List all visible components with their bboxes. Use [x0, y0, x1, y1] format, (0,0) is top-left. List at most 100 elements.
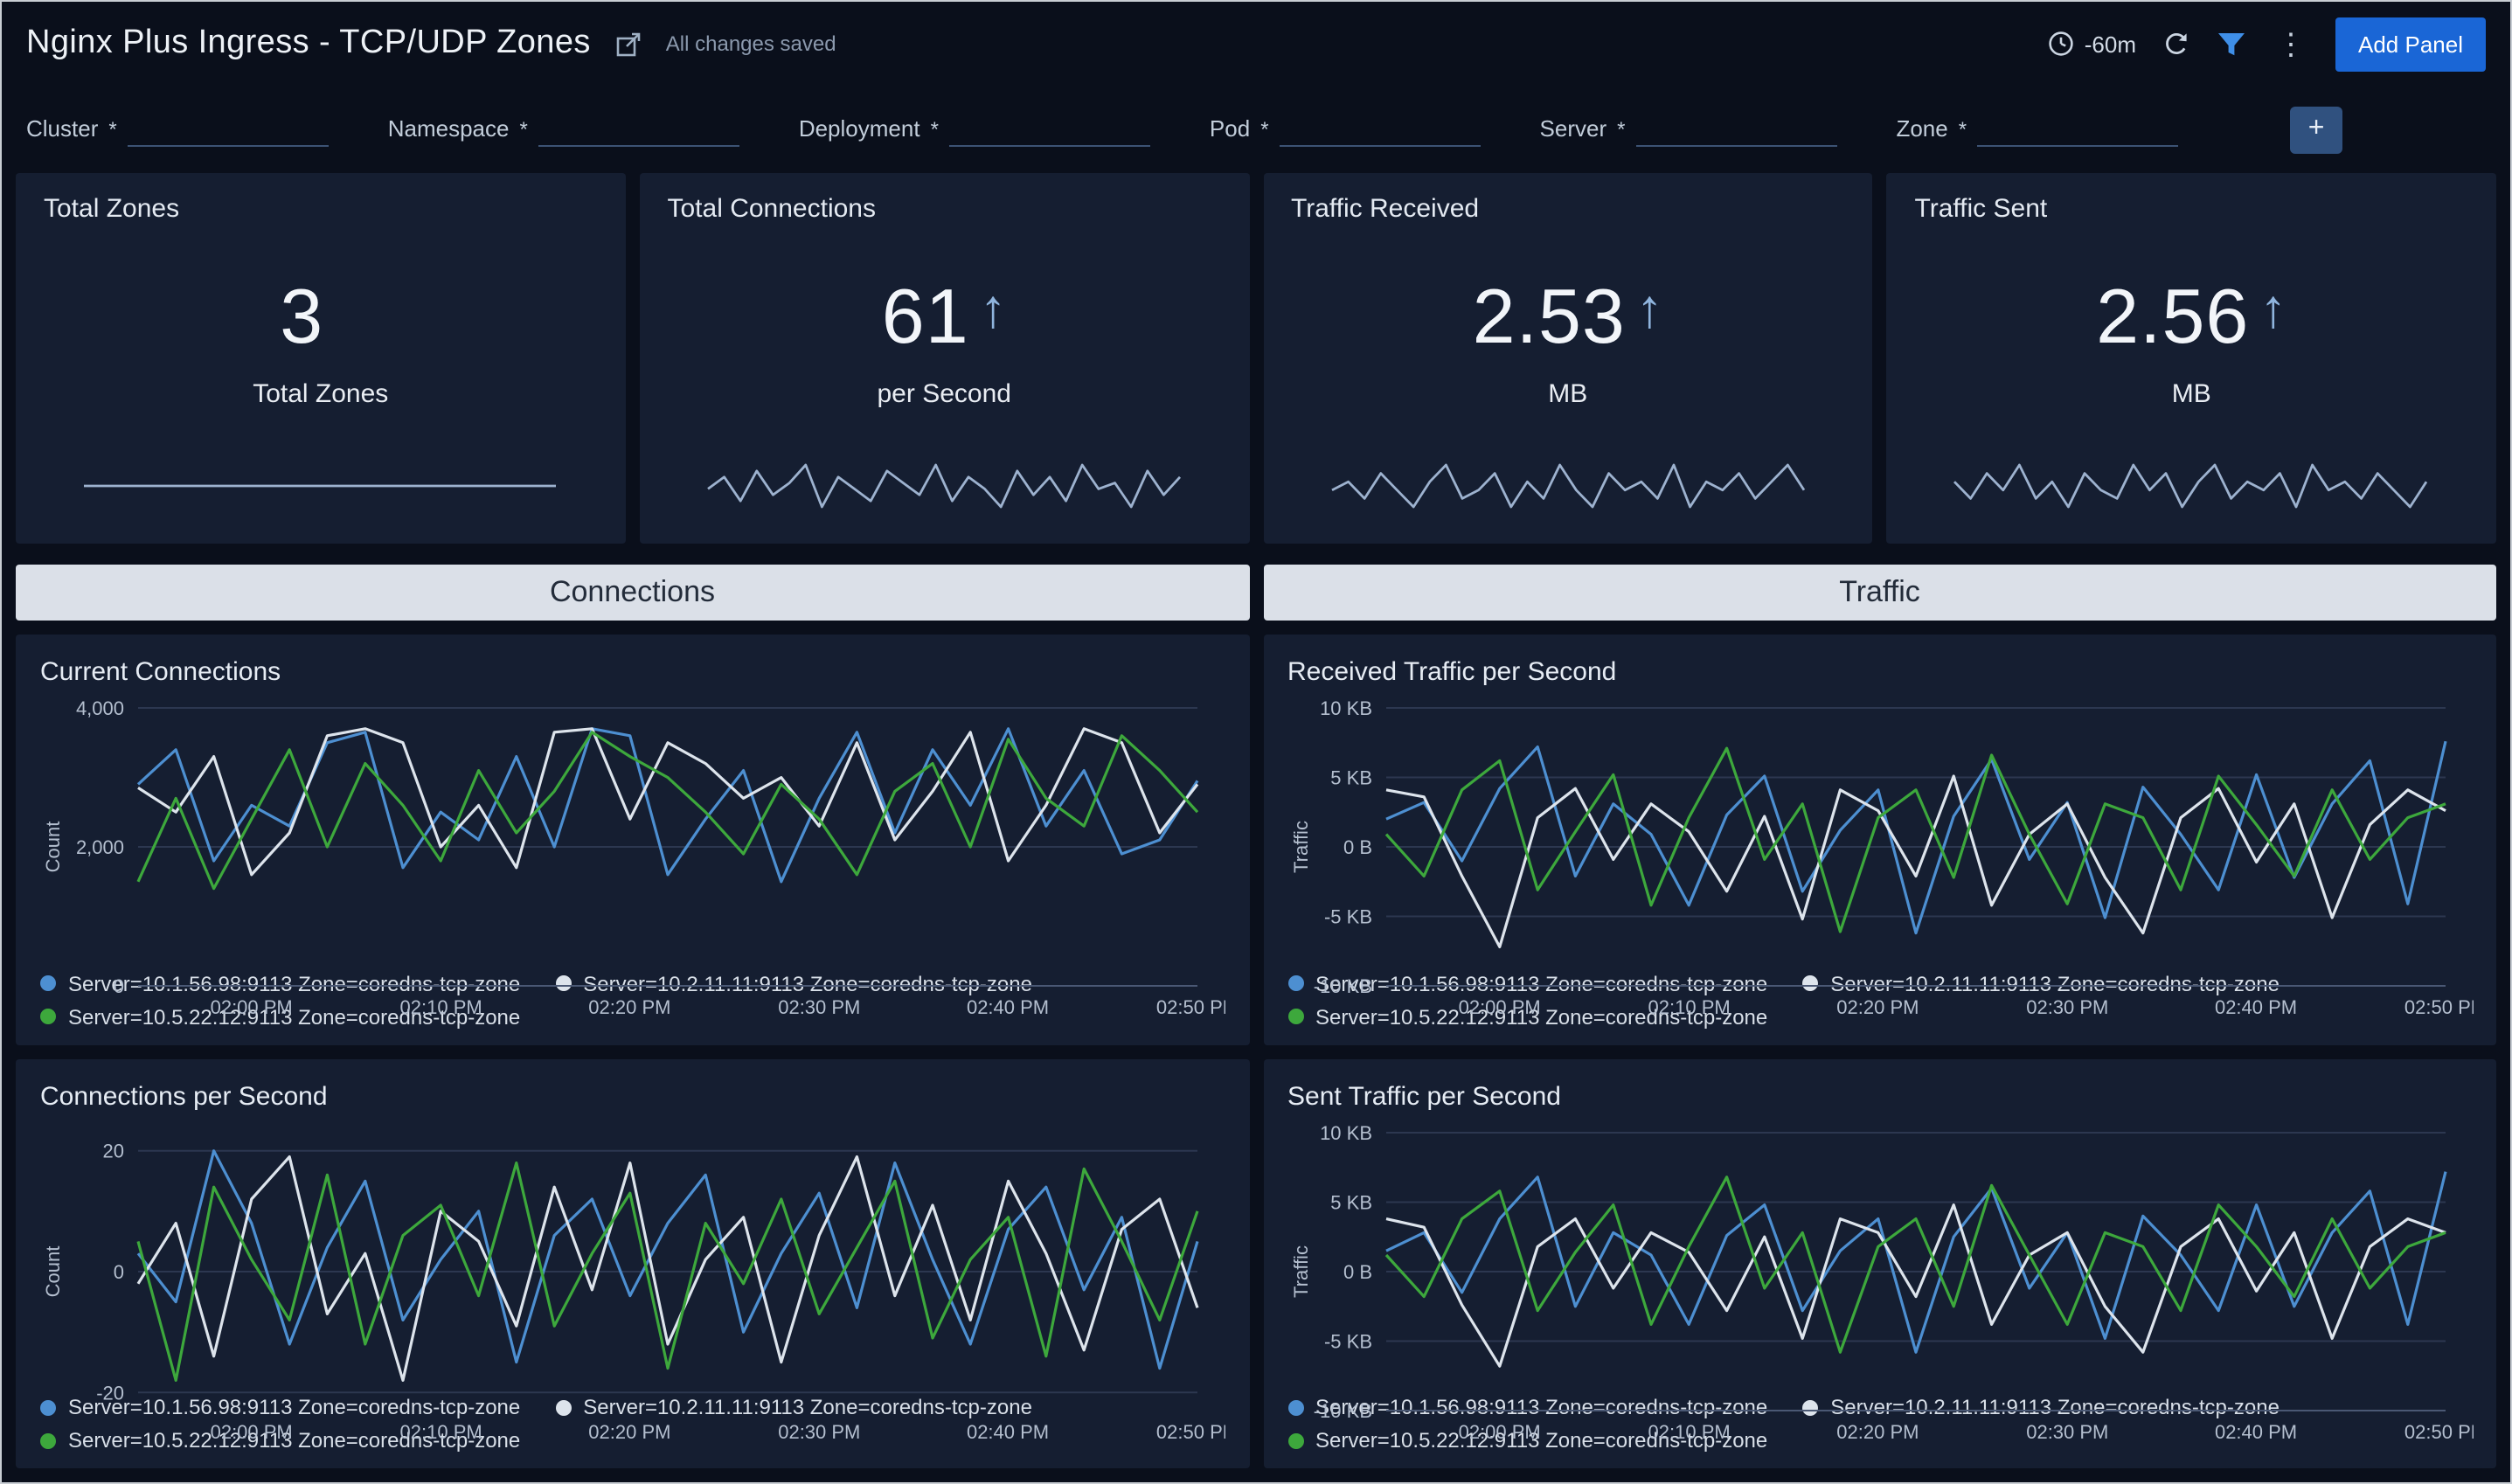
svg-text:02:30 PM: 02:30 PM — [2025, 1420, 2107, 1442]
svg-text:10 KB: 10 KB — [1319, 697, 1371, 719]
sparkline — [1329, 460, 1806, 512]
panel-sent-traffic: Sent Traffic per Second -10 KB-5 KB0 B5 … — [1263, 1058, 2496, 1468]
svg-text:5 KB: 5 KB — [1329, 1191, 1371, 1213]
section-header-connections: Connections — [16, 565, 1249, 621]
stat-unit: Total Zones — [253, 379, 388, 409]
svg-text:-10 KB: -10 KB — [1313, 975, 1371, 997]
filter-pod: Pod * — [1210, 112, 1481, 147]
add-panel-button[interactable]: Add Panel — [2335, 17, 2486, 71]
trend-up-icon: ↑ — [980, 278, 1007, 341]
required-marker: * — [519, 117, 527, 142]
svg-text:02:20 PM: 02:20 PM — [1835, 996, 1918, 1018]
filter-server-input[interactable] — [1635, 112, 1836, 147]
filter-bar: Cluster * Namespace * Deployment * Pod *… — [2, 86, 2510, 173]
stat-unit: MB — [1548, 379, 1587, 409]
toolbar-right: -60m ⋮ Add Panel — [2048, 17, 2486, 71]
svg-text:2,000: 2,000 — [76, 836, 124, 858]
top-bar: Nginx Plus Ingress - TCP/UDP Zones All c… — [2, 2, 2510, 86]
chart-canvas: -10 KB-5 KB0 B5 KB10 KB02:00 PM02:10 PM0… — [1287, 690, 2472, 962]
svg-text:02:10 PM: 02:10 PM — [400, 1420, 482, 1442]
chart-title: Current Connections — [40, 657, 1225, 687]
funnel-icon — [2217, 31, 2246, 57]
panel-current-connections: Current Connections 02,0004,00002:00 PM0… — [16, 635, 1249, 1044]
panel-received-traffic: Received Traffic per Second -10 KB-5 KB0… — [1263, 635, 2496, 1044]
svg-text:5 KB: 5 KB — [1329, 767, 1371, 789]
svg-text:0: 0 — [114, 975, 124, 997]
filter-label: Deployment — [799, 115, 920, 142]
svg-text:02:30 PM: 02:30 PM — [778, 996, 860, 1018]
svg-text:02:40 PM: 02:40 PM — [2214, 996, 2296, 1018]
chart-title: Received Traffic per Second — [1287, 657, 2472, 687]
svg-text:02:00 PM: 02:00 PM — [211, 996, 293, 1018]
panel-total-connections: Total Connections 61 ↑ per Second — [640, 173, 1250, 544]
filter-cluster-input[interactable] — [128, 112, 329, 147]
svg-text:10 KB: 10 KB — [1319, 1121, 1371, 1143]
dashboard-window: Nginx Plus Ingress - TCP/UDP Zones All c… — [0, 0, 2512, 1484]
filter-server: Server * — [1540, 112, 1837, 147]
svg-text:02:00 PM: 02:00 PM — [211, 1420, 293, 1442]
refresh-button[interactable] — [2162, 30, 2190, 58]
svg-text:02:50 PM: 02:50 PM — [2404, 996, 2473, 1018]
filter-label: Pod — [1210, 115, 1250, 142]
stat-title: Traffic Received — [1291, 194, 1845, 224]
svg-text:02:30 PM: 02:30 PM — [2025, 996, 2107, 1018]
trend-up-icon: ↑ — [2259, 278, 2286, 341]
stat-title: Traffic Sent — [1915, 194, 2469, 224]
page-title: Nginx Plus Ingress - TCP/UDP Zones — [26, 24, 591, 63]
filter-label: Zone — [1896, 115, 1947, 142]
filter-label: Namespace — [388, 115, 510, 142]
filter-namespace-input[interactable] — [538, 112, 739, 147]
svg-text:20: 20 — [103, 1140, 124, 1162]
required-marker: * — [108, 117, 116, 142]
filter-label: Cluster — [26, 115, 98, 142]
stat-value: 61 — [882, 274, 969, 362]
refresh-icon — [2162, 30, 2190, 58]
time-range-label: -60m — [2085, 31, 2136, 57]
filter-pod-input[interactable] — [1280, 112, 1481, 147]
svg-text:02:00 PM: 02:00 PM — [1458, 1420, 1540, 1442]
svg-text:Traffic: Traffic — [1289, 1245, 1311, 1297]
required-marker: * — [931, 117, 939, 142]
filter-cluster: Cluster * — [26, 112, 329, 147]
chart-title: Connections per Second — [40, 1081, 1225, 1111]
chart-canvas: 02,0004,00002:00 PM02:10 PM02:20 PM02:30… — [40, 690, 1225, 962]
stat-title: Total Zones — [44, 194, 598, 224]
required-marker: * — [1959, 117, 1967, 142]
share-icon[interactable] — [615, 31, 642, 57]
svg-text:0: 0 — [114, 1260, 124, 1282]
filter-deployment: Deployment * — [799, 112, 1150, 147]
chart-canvas: -10 KB-5 KB0 B5 KB10 KB02:00 PM02:10 PM0… — [1287, 1114, 2472, 1386]
svg-text:02:30 PM: 02:30 PM — [778, 1420, 860, 1442]
sparkline — [1953, 460, 2430, 512]
svg-text:02:40 PM: 02:40 PM — [967, 1420, 1049, 1442]
kebab-menu-button[interactable]: ⋮ — [2273, 29, 2309, 59]
filter-zone-input[interactable] — [1977, 112, 2178, 147]
stats-row: Total Zones 3 ↑ Total Zones Total Connec… — [2, 173, 2510, 544]
chart-canvas: -2002002:00 PM02:10 PM02:20 PM02:30 PM02… — [40, 1114, 1225, 1386]
filter-zone: Zone * — [1896, 112, 2178, 147]
svg-text:02:50 PM: 02:50 PM — [1156, 1420, 1225, 1442]
sparkline — [82, 460, 559, 512]
required-marker: * — [1260, 117, 1268, 142]
section-header-traffic: Traffic — [1263, 565, 2496, 621]
panel-traffic-sent: Traffic Sent 2.56 ↑ MB — [1887, 173, 2497, 544]
stat-value: 2.53 — [1473, 274, 1626, 362]
time-range-button[interactable]: -60m — [2048, 30, 2136, 58]
svg-text:Count: Count — [42, 822, 64, 873]
svg-text:-10 KB: -10 KB — [1313, 1399, 1371, 1421]
add-filter-button[interactable]: + — [2290, 106, 2342, 153]
filter-deployment-input[interactable] — [949, 112, 1150, 147]
svg-text:02:20 PM: 02:20 PM — [588, 996, 670, 1018]
svg-text:-20: -20 — [96, 1381, 124, 1403]
clock-icon — [2048, 30, 2076, 58]
panel-connections-per-second: Connections per Second -20 0 20 02:00 PM 02:… — [16, 1058, 1249, 1468]
filter-namespace: Namespace * — [388, 112, 739, 147]
svg-text:Traffic: Traffic — [1289, 821, 1311, 873]
svg-text:02:50 PM: 02:50 PM — [2404, 1420, 2473, 1442]
svg-text:02:20 PM: 02:20 PM — [1835, 1420, 1918, 1442]
svg-text:02:10 PM: 02:10 PM — [1648, 1420, 1730, 1442]
stat-unit: per Second — [878, 379, 1011, 409]
chart-title: Sent Traffic per Second — [1287, 1081, 2472, 1111]
stat-value: 3 — [280, 274, 323, 362]
filter-button[interactable] — [2217, 31, 2246, 57]
